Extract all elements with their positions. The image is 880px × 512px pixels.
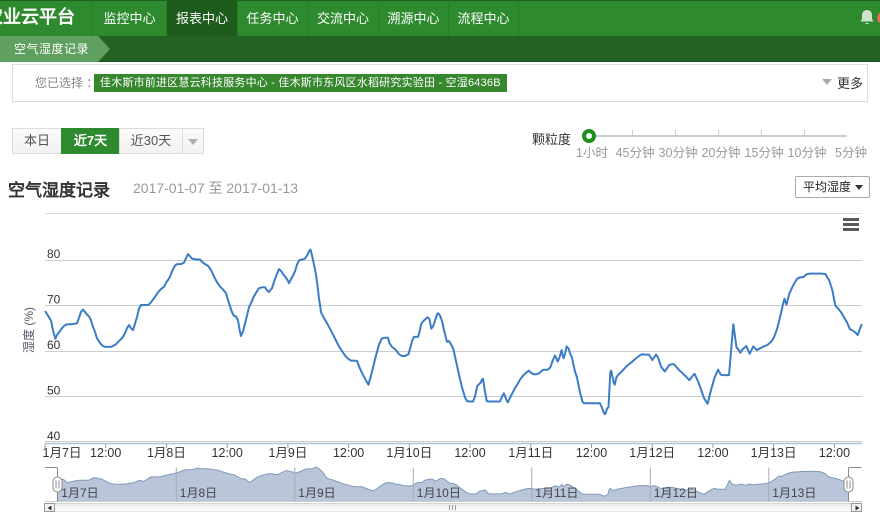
svg-text:12:00: 12:00 (697, 446, 728, 460)
svg-text:40: 40 (47, 429, 61, 443)
svg-text:1月8日: 1月8日 (180, 486, 217, 500)
svg-text:1月12日: 1月12日 (629, 446, 675, 460)
svg-text:70: 70 (47, 293, 61, 307)
svg-text:1月9日: 1月9日 (268, 446, 307, 460)
svg-text:12:00: 12:00 (819, 446, 850, 460)
svg-text:12:00: 12:00 (454, 446, 485, 460)
svg-text:1月9日: 1月9日 (298, 486, 335, 500)
svg-text:12:00: 12:00 (90, 446, 121, 460)
svg-text:1月13日: 1月13日 (772, 486, 816, 500)
svg-text:1月10日: 1月10日 (417, 486, 461, 500)
svg-text:60: 60 (47, 338, 61, 352)
svg-text:80: 80 (47, 247, 61, 261)
svg-text:12:00: 12:00 (212, 446, 243, 460)
svg-text:1月10日: 1月10日 (386, 446, 432, 460)
svg-text:12:00: 12:00 (576, 446, 607, 460)
svg-text:1月11日: 1月11日 (535, 486, 578, 500)
svg-text:1月8日: 1月8日 (147, 446, 186, 460)
svg-text:1月7日: 1月7日 (43, 446, 82, 460)
svg-text:50: 50 (47, 384, 61, 398)
svg-text:1月11日: 1月11日 (508, 446, 553, 460)
svg-text:1月7日: 1月7日 (61, 486, 98, 500)
svg-text:湿度 (%): 湿度 (%) (21, 307, 36, 353)
svg-text:1月13日: 1月13日 (751, 446, 797, 460)
svg-text:1月12日: 1月12日 (654, 486, 698, 500)
svg-text:12:00: 12:00 (333, 446, 364, 460)
